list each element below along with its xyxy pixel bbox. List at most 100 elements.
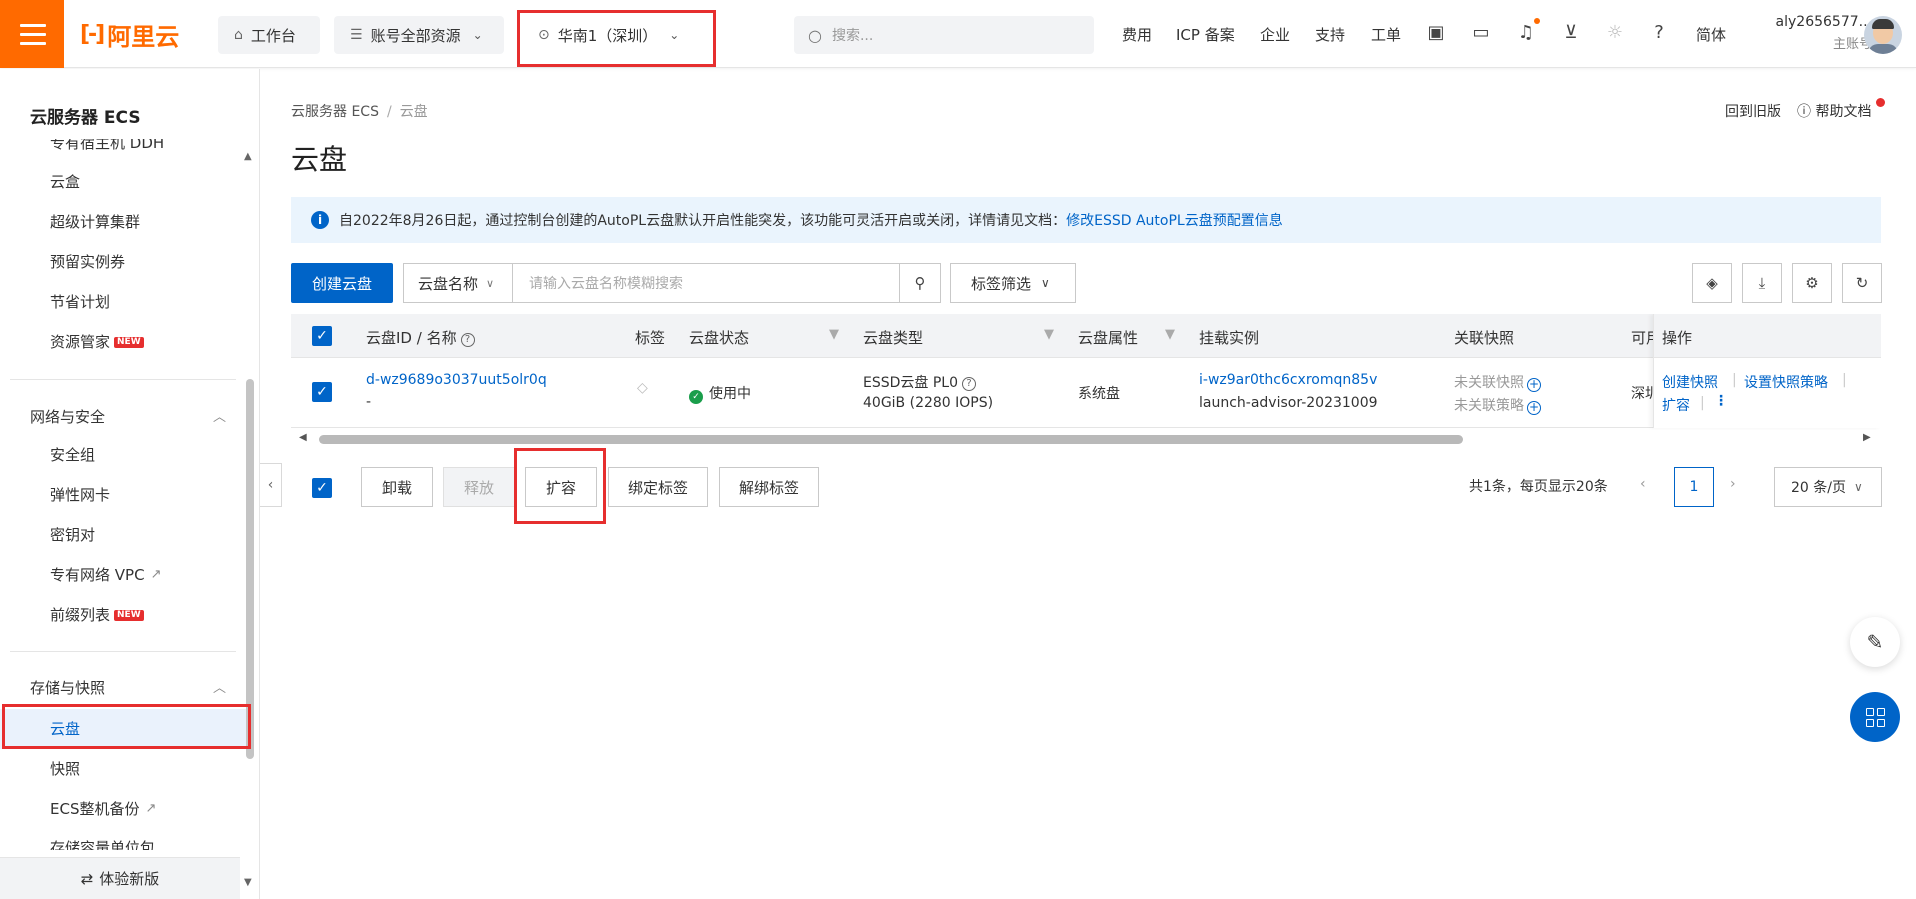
unmount-button[interactable]: 卸载 — [361, 467, 433, 507]
support-link[interactable]: 支持 — [1315, 24, 1345, 45]
document-icon[interactable]: ▣ — [1425, 22, 1447, 43]
terminal-icon[interactable]: ▭ — [1470, 22, 1492, 43]
help-doc-link[interactable]: ⓘ 帮助文档 — [1797, 101, 1871, 121]
disk-id-link[interactable]: d-wz9689o3037uut5olr0q — [366, 372, 547, 388]
search-field-select[interactable]: 云盘名称 ∨ — [403, 263, 513, 303]
search-icon[interactable]: ⚲ — [899, 263, 941, 303]
filter-icon[interactable]: ▼ — [829, 327, 839, 342]
scrollbar-thumb[interactable] — [319, 435, 1463, 444]
search-icon: ○ — [808, 25, 822, 45]
new-badge: NEW — [114, 336, 144, 348]
sidebar-item-resource-manager[interactable]: 资源管家 NEW — [50, 330, 144, 354]
release-button[interactable]: 释放 — [443, 467, 515, 507]
top-bar: [-] 阿里云 ⌂ 工作台 ☰ 账号全部资源 ⌄ ⊙ 华南1（深圳） ⌄ ○ 搜索... 费用… — [0, 0, 1916, 68]
add-snapshot-icon[interactable]: + — [1527, 378, 1541, 392]
col-type: 云盘类型 — [863, 329, 924, 347]
sidebar-group-network[interactable]: 网络与安全 ︿ — [30, 406, 226, 427]
download-icon[interactable]: ⤓ — [1742, 263, 1782, 303]
notice-banner: i 自2022年8月26日起，通过控制台创建的AutoPL云盘默认开启性能突发，… — [291, 197, 1881, 243]
expand-button[interactable]: 扩容 — [525, 467, 597, 507]
settings-icon[interactable]: ⚙ — [1792, 263, 1832, 303]
page-1-button[interactable]: 1 — [1674, 467, 1714, 507]
select-all-checkbox[interactable]: ✓ — [312, 326, 332, 346]
bind-tag-button[interactable]: 绑定标签 — [608, 467, 708, 507]
language-switch[interactable]: 简体 — [1696, 24, 1726, 45]
user-info[interactable]: aly2656577... 主账号 — [1752, 14, 1872, 52]
question-icon: ? — [962, 377, 976, 391]
chevron-down-icon: ∨ — [1041, 276, 1050, 290]
create-snapshot-link[interactable]: 创建快照 — [1662, 372, 1718, 392]
sidebar-item-ecs-backup[interactable]: ECS整机备份 ↗ — [50, 797, 156, 821]
lightbulb-icon[interactable]: ☼ — [1604, 22, 1626, 43]
location-icon: ⊙ — [538, 27, 550, 43]
tag-filter-dropdown[interactable]: 标签筛选 ∨ — [950, 263, 1076, 303]
disk-type: ESSD云盘 PL0? — [863, 372, 976, 392]
cart-icon[interactable]: ⊻ — [1560, 22, 1582, 43]
workbench-button[interactable]: ⌂ 工作台 — [218, 16, 320, 54]
ticket-link[interactable]: 工单 — [1371, 24, 1401, 45]
region-selector[interactable]: ⊙ 华南1（深圳） ⌄ — [522, 16, 712, 54]
sidebar-item-disk[interactable]: 云盘 — [50, 717, 80, 741]
sidebar-item-security-group[interactable]: 安全组 — [50, 443, 95, 467]
disk-search-input[interactable]: 请输入云盘名称模糊搜索 — [512, 263, 900, 303]
scroll-left-arrow[interactable]: ◀ — [299, 432, 307, 443]
scroll-right-arrow[interactable]: ▶ — [1863, 432, 1871, 443]
scroll-up-arrow[interactable]: ▲ — [244, 151, 252, 162]
icp-link[interactable]: ICP 备案 — [1176, 24, 1235, 45]
enterprise-link[interactable]: 企业 — [1260, 24, 1290, 45]
sidebar-item-eni[interactable]: 弹性网卡 — [50, 483, 110, 507]
feedback-edit-icon[interactable]: ✎ — [1850, 617, 1900, 667]
chevron-up-icon: ︿ — [212, 681, 226, 696]
page-size-select[interactable]: 20 条/页 ∨ — [1774, 467, 1882, 507]
sidebar-item-cloudbox[interactable]: 云盒 — [50, 170, 80, 194]
sidebar-item-scc[interactable]: 超级计算集群 — [50, 210, 140, 234]
sidebar-item-keypair[interactable]: 密钥对 — [50, 523, 95, 547]
sidebar-item-vpc[interactable]: 专有网络 VPC ↗ — [50, 563, 161, 587]
collapse-sidebar-button[interactable]: ‹ — [260, 463, 282, 507]
bell-icon[interactable]: ♫ — [1515, 22, 1537, 43]
more-actions-icon[interactable]: ⋮ — [1714, 393, 1728, 409]
create-disk-button[interactable]: 创建云盘 — [291, 263, 393, 303]
breadcrumb: 云服务器 ECS / 云盘 — [291, 104, 428, 120]
instance-id-link[interactable]: i-wz9ar0thc6cxromqn85v — [1199, 372, 1377, 388]
fees-link[interactable]: 费用 — [1122, 24, 1152, 45]
set-snapshot-policy-link[interactable]: 设置快照策略 — [1744, 372, 1828, 392]
refresh-icon[interactable]: ↻ — [1842, 263, 1882, 303]
global-search-input[interactable]: ○ 搜索... — [794, 16, 1094, 54]
add-policy-icon[interactable]: + — [1527, 401, 1541, 415]
table-horizontal-scrollbar[interactable]: ◀ ▶ — [291, 432, 1881, 446]
help-icon[interactable]: ? — [1648, 22, 1670, 43]
back-to-old-link[interactable]: 回到旧版 — [1725, 101, 1781, 121]
scroll-down-arrow[interactable]: ▼ — [244, 877, 252, 888]
sidebar-item-ddh[interactable]: 专有宿主机 DDH — [50, 139, 164, 155]
apps-grid-icon[interactable] — [1850, 692, 1900, 742]
sidebar-group-storage[interactable]: 存储与快照 ︿ — [30, 677, 226, 698]
info-icon: i — [311, 211, 329, 229]
bulk-select-checkbox[interactable]: ✓ — [312, 478, 332, 498]
layers-icon[interactable]: ◈ — [1692, 263, 1732, 303]
sidebar-item-savings[interactable]: 节省计划 — [50, 290, 110, 314]
resources-dropdown[interactable]: ☰ 账号全部资源 ⌄ — [334, 16, 504, 54]
try-new-version-button[interactable]: ⇄ 体验新版 — [0, 857, 240, 899]
help-icon: ⓘ — [1797, 104, 1816, 120]
aliyun-logo[interactable]: [-] 阿里云 — [80, 20, 179, 51]
sidebar-item-ri[interactable]: 预留实例券 — [50, 250, 125, 274]
tag-icon[interactable]: ◇ — [637, 380, 648, 396]
avatar[interactable] — [1864, 16, 1902, 54]
sidebar-item-snapshot[interactable]: 快照 — [50, 757, 80, 781]
filter-icon[interactable]: ▼ — [1165, 327, 1175, 342]
table-row[interactable]: ✓ d-wz9689o3037uut5olr0q - ◇ ✓ 使用中 ESSD云盘… — [291, 358, 1881, 428]
next-page-icon[interactable]: › — [1730, 476, 1736, 492]
menu-icon[interactable] — [0, 0, 64, 68]
sidebar-scrollbar[interactable] — [246, 379, 254, 759]
unbind-tag-button[interactable]: 解绑标签 — [719, 467, 819, 507]
sidebar-item-prefix-list[interactable]: 前缀列表 NEW — [50, 603, 144, 627]
expand-link[interactable]: 扩容 — [1662, 395, 1690, 415]
breadcrumb-ecs[interactable]: 云服务器 ECS — [291, 104, 379, 120]
notice-link[interactable]: 修改ESSD AutoPL云盘预配置信息 — [1066, 210, 1283, 230]
prev-page-icon[interactable]: ‹ — [1640, 476, 1646, 492]
external-link-icon: ↗ — [150, 567, 162, 582]
filter-icon[interactable]: ▼ — [1044, 327, 1054, 342]
row-checkbox[interactable]: ✓ — [312, 382, 332, 402]
snapshot-status: 未关联快照 + — [1454, 375, 1541, 392]
